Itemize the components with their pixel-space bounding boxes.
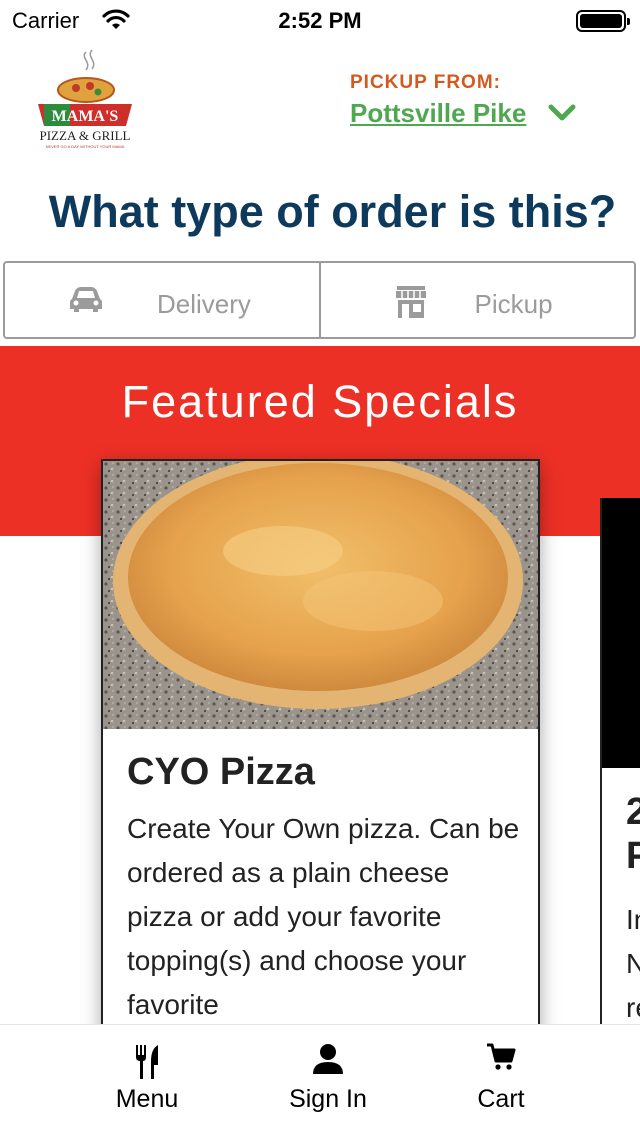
special-title-peek: 2 P [626,790,640,878]
user-icon [313,1044,343,1074]
logo-name-text: MAMA'S [52,108,119,125]
fork-knife-icon [136,1045,158,1079]
delivery-label: Delivery [157,289,251,319]
special-card-peek[interactable]: 2 P In N re [600,498,640,1058]
tab-cart-label: Cart [477,1085,525,1113]
special-description-peek: In N re [626,904,640,1023]
clock-time: 2:52 PM [278,8,362,33]
cart-icon [487,1043,516,1070]
battery-icon [576,10,630,32]
car-icon [69,285,103,320]
bottom-tab-bar: Menu Sign In Cart [0,1024,640,1136]
tab-menu-label: Menu [115,1085,179,1113]
restaurant-logo[interactable]: MAMA'S PIZZA & GRILL NEVER GO A DAY WITH… [30,48,140,156]
pickup-label: Pickup [474,289,553,319]
tab-sign-in-label: Sign In [289,1085,367,1113]
cheese-pizza-photo [103,461,538,729]
tab-sign-in[interactable]: Sign In [258,1025,398,1136]
tab-cart[interactable]: Cart [431,1025,571,1136]
special-title: CYO Pizza [127,751,315,793]
featured-title: Featured Specials [121,376,519,427]
logo-tagline-text: NEVER GO A DAY WITHOUT YOUR MAMA [46,144,125,149]
special-description: Create Your Own pizza. Can be ordered as… [127,813,520,1020]
pickup-from-label: PICKUP FROM: [350,72,501,93]
special-image-peek [602,498,640,768]
special-card[interactable]: CYO Pizza Create Your Own pizza. Can be … [101,459,540,1059]
tab-menu[interactable]: Menu [77,1025,217,1136]
delivery-option[interactable]: Delivery [5,263,319,337]
chevron-down-icon[interactable] [548,100,576,129]
order-type-question: What type of order is this? [48,186,617,237]
status-bar: Carrier 2:52 PM [0,0,640,40]
logo-sub-text: PIZZA & GRILL [40,128,131,143]
store-icon [395,285,427,324]
location-selector[interactable]: Pottsville Pike [350,98,526,129]
order-type-selector: Delivery Pickup [3,261,636,339]
pickup-option[interactable]: Pickup [318,263,635,337]
